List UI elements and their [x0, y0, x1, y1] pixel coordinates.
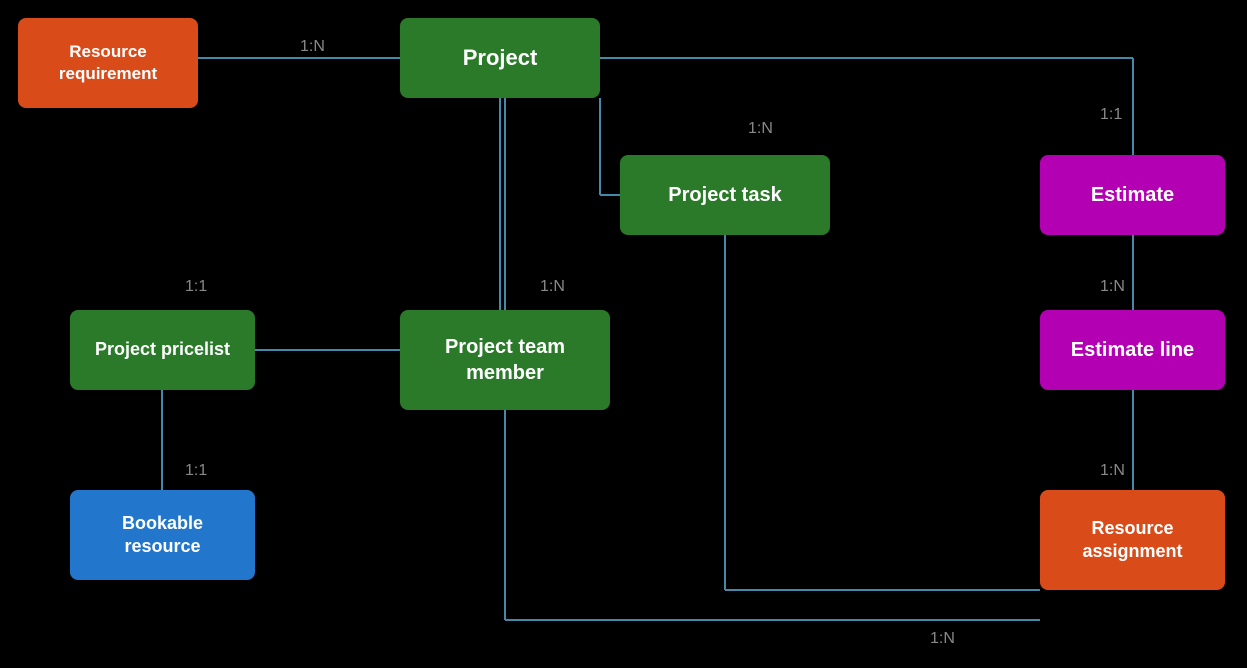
project-node: Project: [400, 18, 600, 98]
relation-label-8: 1:N: [1100, 462, 1125, 480]
relation-label-1: 1:N: [300, 38, 325, 56]
relation-label-2: 1:N: [748, 120, 773, 138]
resource-assignment-node: Resource assignment: [1040, 490, 1225, 590]
relation-label-9: 1:N: [930, 630, 955, 648]
bookable-resource-node: Bookable resource: [70, 490, 255, 580]
project-pricelist-node: Project pricelist: [70, 310, 255, 390]
project-team-member-node: Project team member: [400, 310, 610, 410]
estimate-node: Estimate: [1040, 155, 1225, 235]
relation-label-6: 1:N: [1100, 278, 1125, 296]
relation-label-3: 1:1: [1100, 106, 1122, 124]
estimate-line-node: Estimate line: [1040, 310, 1225, 390]
diagram-container: Resource requirement Project Project tas…: [0, 0, 1247, 668]
relation-label-7: 1:1: [185, 462, 207, 480]
relation-label-5: 1:N: [540, 278, 565, 296]
resource-requirement-node: Resource requirement: [18, 18, 198, 108]
relation-label-4: 1:1: [185, 278, 207, 296]
project-task-node: Project task: [620, 155, 830, 235]
